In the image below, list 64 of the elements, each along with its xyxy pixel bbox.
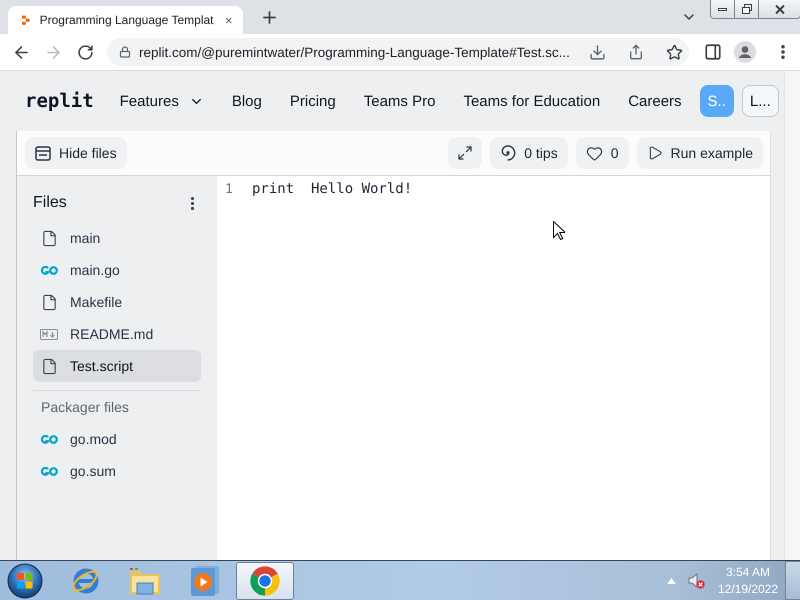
nav-link[interactable]: Features [120, 92, 204, 110]
share-icon[interactable] [628, 44, 644, 60]
file-item[interactable]: Test.script [33, 350, 201, 382]
tab-title: Programming Language Templat [40, 13, 214, 27]
nav-link[interactable]: Teams for Education [463, 92, 600, 110]
tips-button[interactable]: 0 tips [490, 137, 568, 169]
expand-icon [457, 145, 474, 161]
nav-link[interactable]: Blog [232, 92, 262, 110]
browser-logo-icon [249, 564, 281, 596]
nav-link[interactable]: Teams Pro [364, 92, 436, 110]
show-desktop-button[interactable] [785, 561, 800, 600]
web-browser-icon [70, 566, 100, 594]
lock-icon [119, 46, 131, 58]
hide-files-button[interactable]: Hide files [25, 137, 127, 169]
brand-name[interactable]: replit [25, 90, 94, 112]
line-number: 1 [225, 182, 234, 196]
run-example-button[interactable]: Run example [636, 137, 763, 169]
file-icon [40, 294, 58, 310]
clock-time: 3:54 AM [726, 564, 770, 580]
download-icon[interactable] [589, 44, 606, 60]
nav-link[interactable]: Pricing [290, 92, 336, 110]
favicon-icon [22, 12, 30, 28]
go-logo-icon [40, 266, 58, 274]
close-button[interactable] [758, 0, 800, 19]
close-icon [774, 4, 784, 14]
speaker-muted-icon[interactable] [688, 572, 705, 588]
panel-icon [35, 146, 51, 160]
bookmark-star-icon[interactable] [666, 44, 683, 60]
address-bar[interactable]: replit.com/@puremintwater/Programming-Language-Template#Test.sc... [107, 38, 689, 66]
go-logo-icon [40, 466, 58, 476]
go-logo-icon [40, 434, 58, 444]
log-in-button[interactable]: L... [742, 85, 779, 117]
code-line: print Hello World! [252, 181, 412, 197]
url-text: replit.com/@puremintwater/Programming-Language-Template#Test.sc... [139, 44, 571, 60]
windows-logo-icon [7, 562, 43, 598]
restore-button[interactable] [734, 0, 759, 19]
spiral-icon [500, 145, 516, 161]
nav-link[interactable]: Careers [628, 92, 682, 110]
restore-icon [742, 4, 752, 14]
minimize-icon [718, 8, 727, 10]
browser-tab[interactable]: Programming Language Templat [8, 6, 243, 34]
file-item[interactable]: main [33, 222, 201, 254]
reload-icon[interactable] [76, 44, 94, 60]
file-icon [40, 358, 58, 374]
expand-button[interactable] [448, 137, 482, 169]
file-icon [40, 230, 58, 246]
play-circle-icon [191, 566, 219, 596]
markdown-icon [40, 328, 58, 340]
file-item[interactable]: Makefile [33, 286, 201, 318]
file-item[interactable]: go.mod [33, 423, 201, 455]
taskbar-button[interactable] [236, 562, 294, 600]
file-item[interactable]: README.md [33, 318, 201, 350]
folder-icon [129, 566, 161, 594]
section-label: Packager files [40, 398, 130, 417]
heart-icon [586, 144, 603, 162]
profile-avatar-icon [734, 41, 756, 63]
file-item[interactable]: main.go [33, 254, 201, 286]
file-item[interactable]: go.sum [33, 455, 201, 487]
mouse-pointer-icon [553, 221, 565, 240]
like-button[interactable]: 0 [576, 137, 628, 169]
side-panel-icon[interactable] [704, 43, 722, 61]
files-heading: Files [33, 194, 67, 212]
clock-date: 12/19/2022 [718, 580, 778, 598]
minimize-button[interactable] [710, 0, 735, 19]
